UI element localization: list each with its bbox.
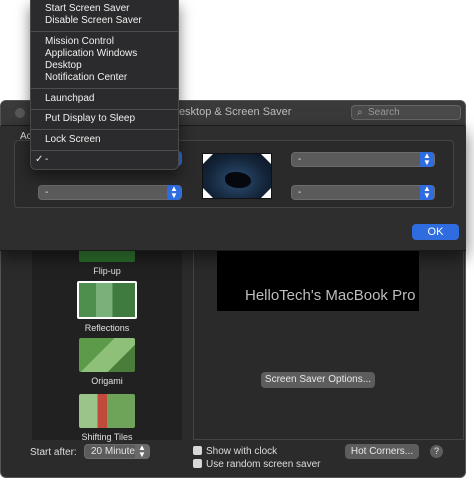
close-window-button[interactable] xyxy=(15,108,25,118)
ok-button[interactable]: OK xyxy=(412,224,459,240)
show-clock-label: Show with clock xyxy=(206,446,278,457)
random-row[interactable]: Use random screen saver xyxy=(193,459,321,470)
menu-divider xyxy=(31,109,178,110)
list-item-shifting-tiles[interactable]: Shifting Tiles xyxy=(32,394,182,442)
screen-saver-options-button[interactable]: Screen Saver Options... xyxy=(261,372,375,388)
list-item-origami[interactable]: Origami xyxy=(32,338,182,386)
list-item-label: Origami xyxy=(91,376,123,386)
list-item-reflections[interactable]: Reflections xyxy=(32,281,182,333)
origami-thumbnail xyxy=(79,338,135,372)
bottom-right-value: - xyxy=(298,187,302,198)
chevron-updown-icon: ▲▼ xyxy=(420,152,434,167)
top-right-corner-select[interactable]: - ▲ ▼ xyxy=(291,152,435,167)
window-title: Desktop & Screen Saver xyxy=(171,106,292,118)
preview-computer-name: HelloTech's MacBook Pro xyxy=(245,287,416,304)
random-checkbox[interactable] xyxy=(193,459,202,468)
start-after-value: 20 Minutes xyxy=(91,446,140,457)
menu-item-launchpad[interactable]: Launchpad xyxy=(45,93,95,104)
show-clock-row[interactable]: Show with clock xyxy=(193,446,277,457)
search-input[interactable] xyxy=(368,106,456,119)
corner-marker-icon xyxy=(261,154,271,164)
reflections-thumbnail xyxy=(77,281,137,319)
menu-divider xyxy=(31,129,178,130)
menu-divider xyxy=(31,150,178,151)
checkmark-icon: ✓ xyxy=(35,154,44,165)
list-item-label: Shifting Tiles xyxy=(81,432,133,442)
start-after-label: Start after: xyxy=(30,447,77,458)
menu-item-put-display-to-sleep[interactable]: Put Display to Sleep xyxy=(45,113,135,124)
desktop-thumbnail xyxy=(202,153,272,199)
corner-marker-icon xyxy=(203,188,213,198)
list-item-label: Reflections xyxy=(84,323,130,333)
search-field[interactable]: ⌕ xyxy=(351,105,461,120)
bottom-right-corner-select[interactable]: - ▲ ▼ xyxy=(291,185,435,200)
top-right-value: - xyxy=(298,154,302,165)
menu-item-desktop[interactable]: Desktop xyxy=(45,60,82,71)
show-clock-checkbox[interactable] xyxy=(193,446,202,455)
help-button[interactable]: ? xyxy=(430,445,443,458)
menu-item-none[interactable]: - xyxy=(45,154,48,165)
start-after-select[interactable]: 20 Minutes ▲ ▼ xyxy=(84,444,150,459)
menu-divider xyxy=(31,31,178,32)
menu-divider xyxy=(31,88,178,89)
screen-saver-list[interactable]: Flip-up Reflections Origami Shifting Til… xyxy=(32,250,182,442)
menu-item-mission-control[interactable]: Mission Control xyxy=(45,36,114,47)
menu-item-notification-center[interactable]: Notification Center xyxy=(45,72,127,83)
menu-item-disable-screen-saver[interactable]: Disable Screen Saver xyxy=(45,15,142,26)
search-icon: ⌕ xyxy=(357,107,363,118)
chevron-updown-icon: ▲▼ xyxy=(167,185,181,200)
bottom-left-corner-select[interactable]: - ▲ ▼ xyxy=(38,185,182,200)
hot-corners-button[interactable]: Hot Corners... xyxy=(345,444,419,459)
flip-up-thumbnail xyxy=(79,250,135,262)
list-item-label: Flip-up xyxy=(93,266,121,276)
chevron-updown-icon: ▲▼ xyxy=(135,444,149,459)
menu-item-lock-screen[interactable]: Lock Screen xyxy=(45,134,101,145)
menu-item-start-screen-saver[interactable]: Start Screen Saver xyxy=(45,3,129,14)
bottom-left-value: - xyxy=(45,187,49,198)
corner-marker-icon xyxy=(261,188,271,198)
list-item-flip-up[interactable]: Flip-up xyxy=(32,250,182,276)
menu-item-application-windows[interactable]: Application Windows xyxy=(45,48,137,59)
hot-corner-menu: Start Screen Saver Disable Screen Saver … xyxy=(30,0,179,170)
island-image xyxy=(225,172,251,188)
corner-marker-icon xyxy=(203,154,213,164)
shifting-tiles-thumbnail xyxy=(79,394,135,428)
chevron-updown-icon: ▲▼ xyxy=(420,185,434,200)
random-label: Use random screen saver xyxy=(206,459,321,470)
